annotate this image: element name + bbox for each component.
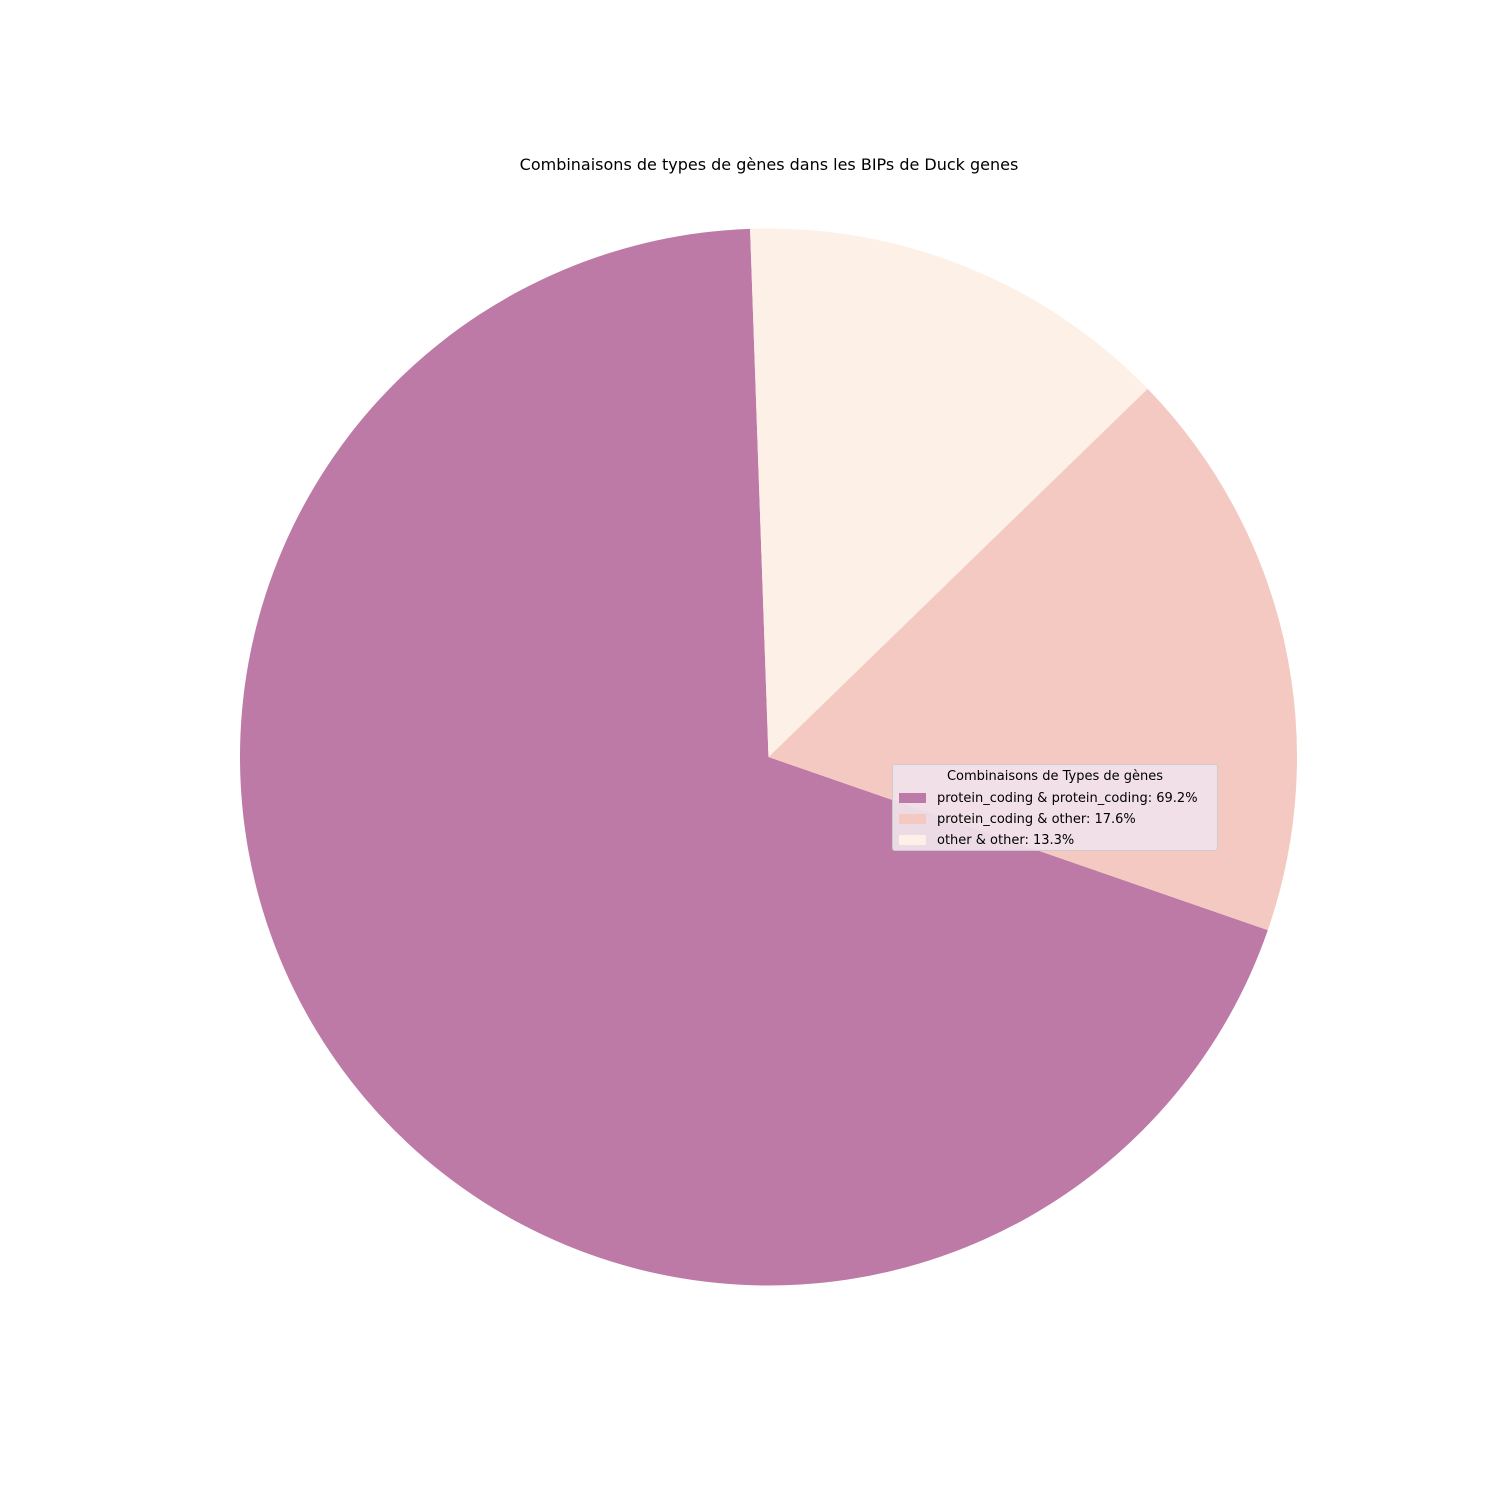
legend-label: protein_coding & protein_coding: 69.2% [937, 791, 1198, 806]
legend-swatch [899, 793, 926, 803]
legend-entry: protein_coding & other: 17.6% [899, 812, 1136, 828]
legend-label: other & other: 13.3% [937, 833, 1075, 848]
legend-label: protein_coding & other: 17.6% [937, 812, 1136, 827]
pie-chart [239, 228, 1297, 1286]
legend-swatch [899, 814, 926, 824]
legend-entry: protein_coding & protein_coding: 69.2% [899, 791, 1198, 807]
legend: Combinaisons de Types de gènes protein_c… [892, 764, 1218, 851]
legend-title: Combinaisons de Types de gènes [946, 769, 1164, 784]
legend-swatch [899, 835, 926, 845]
pie-slices [239, 228, 1297, 1286]
legend-entry: other & other: 13.3% [899, 833, 1074, 849]
